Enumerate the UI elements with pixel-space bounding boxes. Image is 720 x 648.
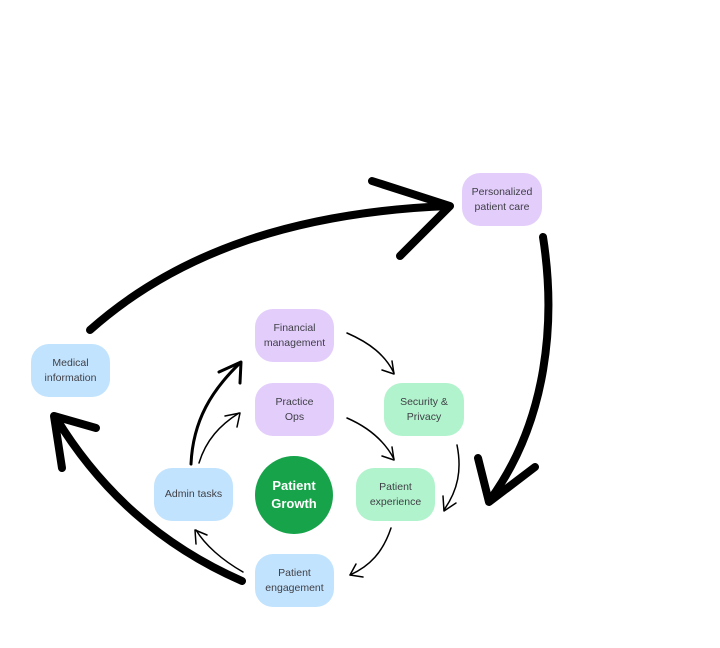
arrow-financial-to-security xyxy=(346,332,395,374)
node-label: Admin tasks xyxy=(164,488,223,500)
node-label: Personalized patient care xyxy=(471,185,533,213)
node-label: Patient engagement xyxy=(265,566,324,594)
arrow-layer xyxy=(50,177,553,585)
arrow-admin-to-practice xyxy=(198,412,240,464)
node-financial-management[interactable]: Financial management xyxy=(255,309,334,362)
arrowhead-admin-to-practice xyxy=(224,412,241,428)
node-patient-experience[interactable]: Patient experience xyxy=(356,468,435,521)
arrow-experience-to-engagement xyxy=(349,527,392,576)
node-personalized-patient-care[interactable]: Personalized patient care xyxy=(462,173,542,226)
node-practice-ops[interactable]: Practice Ops xyxy=(255,383,334,436)
node-label: Patient experience xyxy=(369,480,422,508)
arrowhead-medical-to-personalized xyxy=(368,177,454,260)
node-patient-engagement[interactable]: Patient engagement xyxy=(255,554,334,607)
node-label: Practice Ops xyxy=(275,395,314,423)
node-security-privacy[interactable]: Security & Privacy xyxy=(384,383,464,436)
arrowhead-experience-to-engagement xyxy=(349,563,364,578)
center-label: Patient Growth xyxy=(271,478,317,511)
arrow-admin-to-financial xyxy=(189,361,242,466)
arrow-security-to-experience xyxy=(443,444,460,511)
node-label: Financial management xyxy=(263,321,326,349)
node-patient-growth[interactable]: Patient Growth xyxy=(255,456,333,534)
node-admin-tasks[interactable]: Admin tasks xyxy=(154,468,233,521)
node-label: Medical information xyxy=(44,356,97,384)
arrow-personalized-to-experience xyxy=(486,233,553,504)
node-medical-information[interactable]: Medical information xyxy=(31,344,110,397)
node-label: Security & Privacy xyxy=(400,395,448,423)
